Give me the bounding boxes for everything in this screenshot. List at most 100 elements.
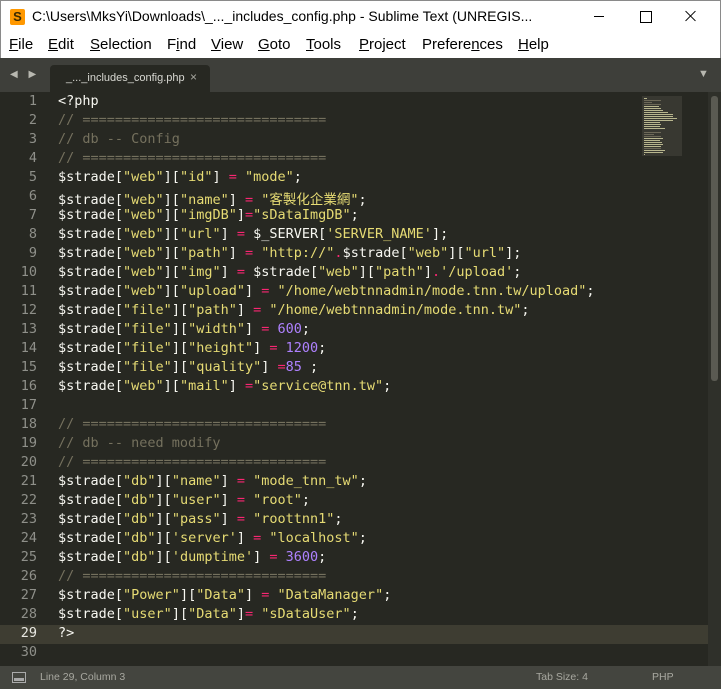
- menu-file[interactable]: File: [9, 36, 33, 53]
- menu-project[interactable]: Project: [359, 36, 406, 53]
- code-line[interactable]: $strade["file"]["path"] = "/home/webtnna…: [58, 302, 530, 318]
- code-token: ]: [253, 549, 270, 565]
- code-line[interactable]: $strade["file"]["height"] = 1200;: [58, 340, 326, 356]
- code-token: "web": [123, 207, 164, 223]
- menu-goto[interactable]: Goto: [258, 36, 291, 53]
- code-line[interactable]: $strade["db"]["user"] = "root";: [58, 492, 310, 508]
- code-token: ;: [301, 359, 319, 375]
- code-token: "file": [123, 340, 172, 356]
- code-token: ;: [301, 321, 311, 337]
- close-window-button[interactable]: [668, 1, 714, 32]
- line-number: 24: [20, 530, 37, 546]
- code-token: "service@tnn.tw": [253, 378, 384, 394]
- maximize-button[interactable]: [622, 1, 668, 32]
- code-editor[interactable]: 1 2 3 4 5 6 7 8 9 10 11 12 13 14 15 16 17 18 19 20 21 22 23 24 2…: [0, 92, 721, 666]
- code-token: ?>: [58, 625, 75, 641]
- code-line[interactable]: // ==============================: [58, 150, 326, 166]
- code-line[interactable]: $strade["db"]['dumptime'] = 3600;: [58, 549, 326, 565]
- code-token: ][: [171, 359, 189, 375]
- code-line[interactable]: // ==============================: [58, 568, 326, 584]
- code-line[interactable]: $strade["web"]["imgDB"]="sDataImgDB";: [58, 207, 359, 223]
- code-token: ][: [179, 587, 197, 603]
- tab-nav-arrows-icon[interactable]: ◀ ▶: [10, 69, 40, 80]
- minimap-line: [644, 126, 660, 127]
- code-token: 3600: [285, 549, 319, 565]
- code-line[interactable]: $strade["file"]["width"] = 600;: [58, 321, 310, 337]
- line-number: 7: [28, 207, 37, 223]
- code-token: "web": [123, 169, 164, 185]
- code-line[interactable]: // db -- need modify: [58, 435, 221, 451]
- menu-tools[interactable]: Tools: [306, 36, 341, 53]
- code-token: $strade[: [58, 378, 124, 394]
- code-token: ][: [163, 192, 180, 208]
- code-line[interactable]: // db -- Config: [58, 131, 180, 147]
- code-line[interactable]: $strade["db"]["name"] = "mode_tnn_tw";: [58, 473, 367, 489]
- menu-find[interactable]: Find: [167, 36, 196, 53]
- minimap-line: [644, 142, 662, 143]
- code-line[interactable]: <?php: [58, 93, 99, 109]
- vertical-scrollbar[interactable]: [708, 92, 721, 666]
- code-line[interactable]: $strade["db"]["pass"] = "roottnn1";: [58, 511, 343, 527]
- syntax-mode[interactable]: PHP: [652, 671, 674, 683]
- code-line[interactable]: // ==============================: [58, 416, 326, 432]
- code-line[interactable]: $strade["web"]["img"] = $strade["web"]["…: [58, 264, 521, 280]
- tab-close-icon[interactable]: ×: [190, 70, 197, 84]
- menu-selection[interactable]: Selection: [90, 36, 152, 53]
- code-token: 'SERVER_NAME': [326, 226, 432, 242]
- title-bar: S C:\Users\MksYi\Downloads\_..._includes…: [0, 0, 721, 32]
- code-token: "web": [123, 264, 164, 280]
- code-line[interactable]: ?>: [58, 625, 74, 641]
- panel-toggle-icon[interactable]: [12, 672, 26, 683]
- code-token: ][: [171, 606, 189, 622]
- code-line[interactable]: $strade["web"]["path"] = "http://".$stra…: [58, 245, 521, 261]
- tab-overflow-icon[interactable]: ▼: [698, 68, 709, 80]
- minimap[interactable]: [642, 96, 682, 156]
- code-token: =: [244, 207, 254, 223]
- code-line[interactable]: $strade["web"]["upload"] = "/home/webtnn…: [58, 283, 595, 299]
- code-token: "upload": [179, 283, 245, 299]
- code-line[interactable]: $strade["web"]["name"] = "客製化企業網";: [58, 188, 367, 208]
- code-token: ][: [155, 549, 172, 565]
- code-token: ][: [163, 264, 180, 280]
- minimap-line: [644, 148, 661, 149]
- code-token: $strade[: [58, 264, 124, 280]
- scrollbar-thumb[interactable]: [711, 96, 718, 381]
- code-token: "DataManager": [277, 587, 384, 603]
- code-token: "roottnn1": [253, 511, 335, 527]
- code-token: "db": [123, 549, 156, 565]
- code-token: $strade[: [58, 473, 124, 489]
- code-line[interactable]: $strade["db"]['server'] = "localhost";: [58, 530, 367, 546]
- menu-edit[interactable]: Edit: [48, 36, 74, 53]
- code-line[interactable]: $strade["web"]["url"] = $_SERVER['SERVER…: [58, 226, 448, 242]
- code-token: ][: [171, 302, 189, 318]
- menu-preferences[interactable]: Preferences: [422, 36, 503, 53]
- tab-size[interactable]: Tab Size: 4: [536, 671, 588, 683]
- line-number: 23: [20, 511, 37, 527]
- code-line[interactable]: $strade["web"]["id"] = "mode";: [58, 169, 302, 185]
- code-line[interactable]: $strade["file"]["quality"] =85 ;: [58, 359, 318, 375]
- code-line[interactable]: $strade["Power"]["Data"] = "DataManager"…: [58, 587, 391, 603]
- code-line[interactable]: $strade["web"]["mail"] ="service@tnn.tw"…: [58, 378, 391, 394]
- minimize-button[interactable]: [576, 1, 622, 32]
- line-number: 2: [28, 112, 37, 128]
- menu-view[interactable]: View: [211, 36, 243, 53]
- minimap-line: [644, 100, 661, 101]
- code-token: "file": [123, 302, 172, 318]
- code-token: ]: [236, 207, 245, 223]
- minimap-line: [644, 132, 661, 133]
- code-token: "客製化企業網": [261, 192, 359, 208]
- code-line[interactable]: // ==============================: [58, 112, 326, 128]
- code-token: "path": [179, 245, 229, 261]
- tab-active-file[interactable]: _..._includes_config.php ×: [50, 65, 210, 92]
- line-number: 8: [28, 226, 37, 242]
- code-line[interactable]: $strade["user"]["Data"]= "sDataUser";: [58, 606, 359, 622]
- menu-help[interactable]: Help: [518, 36, 549, 53]
- minimap-line: [644, 152, 663, 153]
- code-token: ;: [358, 530, 367, 546]
- line-number: 6: [28, 188, 37, 204]
- code-token: "file": [123, 359, 172, 375]
- code-line[interactable]: // ==============================: [58, 454, 326, 470]
